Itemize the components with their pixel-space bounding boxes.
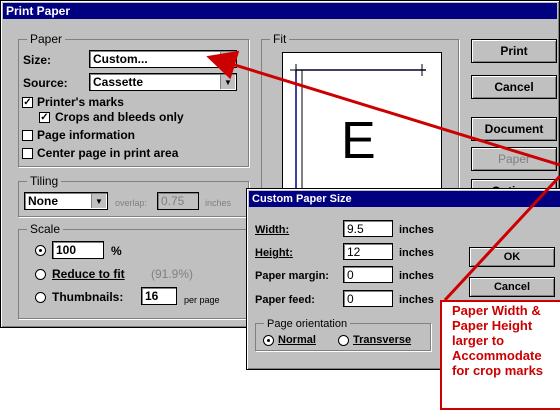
annotation-arrows	[206, 50, 560, 302]
arrow-to-custom-dialog-icon	[443, 174, 560, 302]
arrow-to-size-icon	[206, 50, 560, 167]
